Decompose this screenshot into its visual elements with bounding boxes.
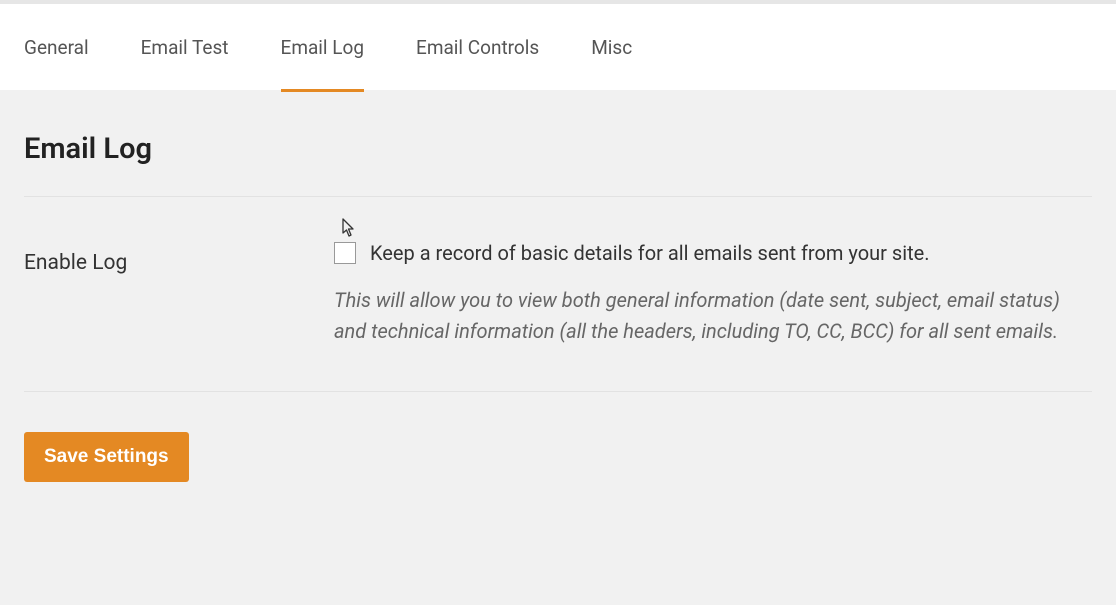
setting-content: Keep a record of basic details for all e… — [334, 241, 1092, 347]
tab-label: General — [24, 36, 89, 59]
tab-label: Email Log — [281, 36, 365, 59]
setting-description: This will allow you to view both general… — [334, 285, 1092, 347]
tab-label: Email Controls — [416, 36, 539, 59]
tab-misc[interactable]: Misc — [591, 2, 632, 92]
checkbox-line: Keep a record of basic details for all e… — [334, 241, 1092, 265]
checkbox-label: Keep a record of basic details for all e… — [370, 241, 930, 265]
tab-label: Email Test — [141, 36, 229, 59]
enable-log-checkbox[interactable] — [334, 242, 356, 264]
setting-row-enable-log: Enable Log Keep a record of basic detail… — [0, 197, 1116, 391]
tab-email-controls[interactable]: Email Controls — [416, 2, 539, 92]
divider — [24, 391, 1092, 392]
tab-email-log[interactable]: Email Log — [281, 2, 365, 92]
settings-tabs: General Email Test Email Log Email Contr… — [0, 0, 1116, 90]
tab-email-test[interactable]: Email Test — [141, 2, 229, 92]
tab-label: Misc — [591, 36, 632, 59]
page-title: Email Log — [0, 90, 1116, 196]
save-settings-button[interactable]: Save Settings — [24, 432, 189, 482]
tab-general[interactable]: General — [24, 2, 89, 92]
setting-label: Enable Log — [24, 241, 334, 275]
